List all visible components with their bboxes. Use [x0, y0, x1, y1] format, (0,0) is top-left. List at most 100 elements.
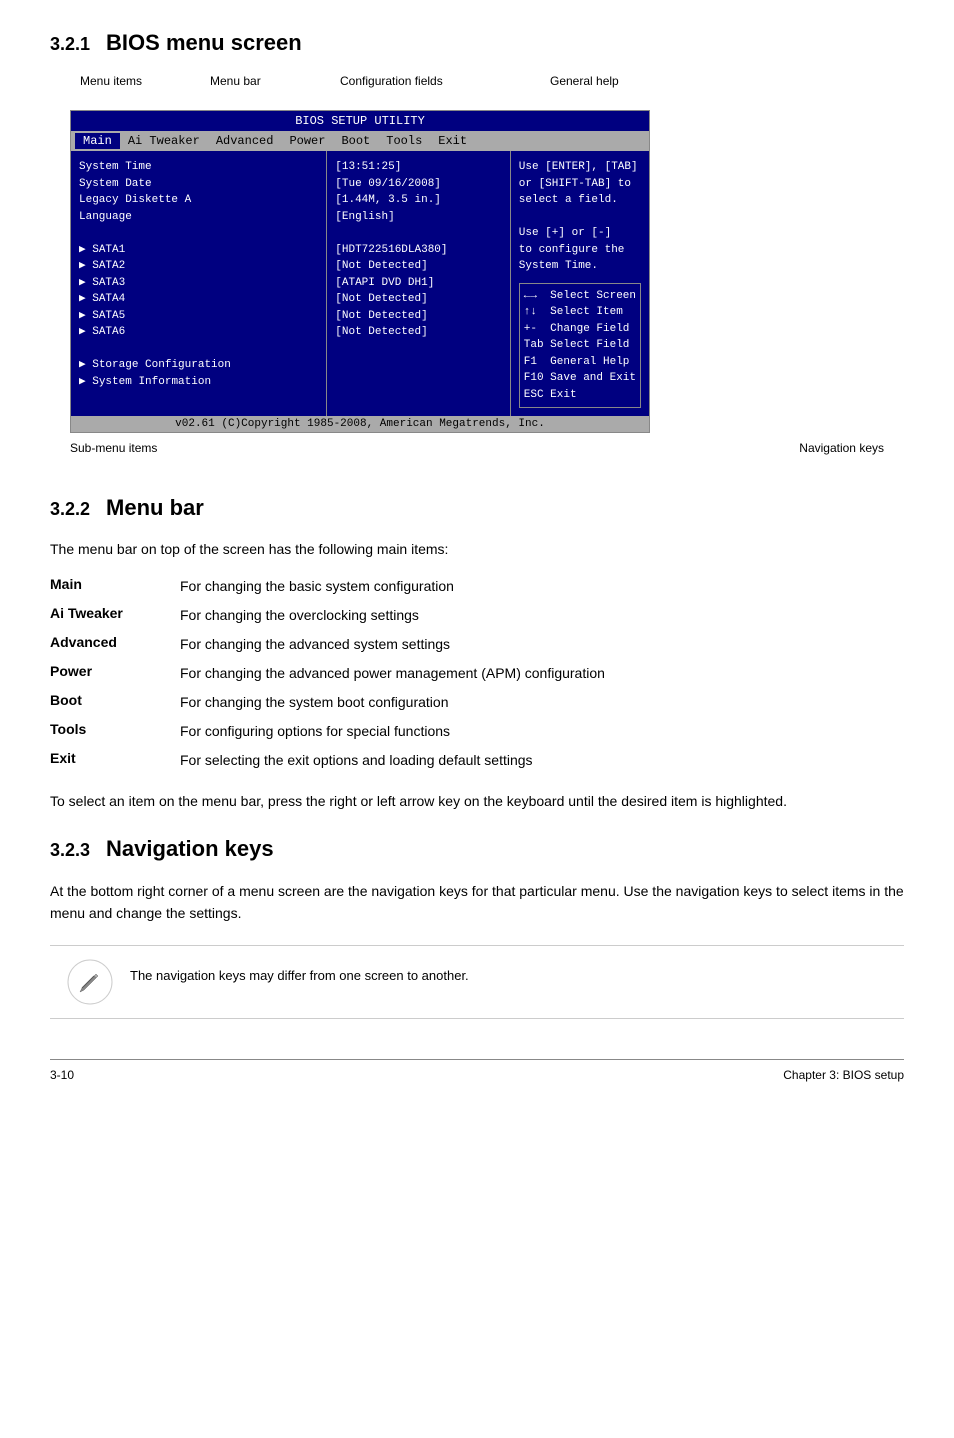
page-number: 3-10 — [50, 1068, 74, 1082]
menu-desc-boot: For changing the system boot configurati… — [180, 688, 904, 717]
menu-desc-aitweaker: For changing the overclocking settings — [180, 601, 904, 630]
bios-nav-esc: ESC Exit — [524, 387, 636, 404]
bios-help3: select a field. — [519, 192, 641, 209]
bios-sata6-val: [Not Detected] — [335, 324, 502, 341]
bios-nav-box: ←→ Select Screen ↑↓ Select Item +- Chang… — [519, 283, 641, 409]
bios-language: Language — [79, 209, 318, 226]
diagram-top-labels: Menu items Menu bar Configuration fields… — [50, 74, 904, 104]
table-row: Tools For configuring options for specia… — [50, 717, 904, 746]
menu-desc-main: For changing the basic system configurat… — [180, 572, 904, 601]
bios-c-spacer1 — [335, 225, 502, 242]
bios-sata5: SATA5 — [79, 308, 318, 325]
label-general-help: General help — [550, 74, 619, 88]
bios-menu-main[interactable]: Main — [75, 133, 120, 149]
bios-nav-f1: F1 General Help — [524, 354, 636, 371]
bios-sata2-val: [Not Detected] — [335, 258, 502, 275]
section-322-header: 3.2.2 Menu bar — [50, 495, 904, 521]
bios-date-val: [Tue 09/16/2008] — [335, 176, 502, 193]
bios-body: System Time System Date Legacy Diskette … — [71, 151, 649, 416]
label-sub-menu-items: Sub-menu items — [70, 441, 157, 455]
table-row: Main For changing the basic system confi… — [50, 572, 904, 601]
bios-system-info: System Information — [79, 374, 318, 391]
pencil-icon — [66, 958, 114, 1006]
bios-help1: Use [ENTER], [TAB] — [519, 159, 641, 176]
section-321-header: 3.2.1 BIOS menu screen — [50, 30, 904, 56]
bios-sata4-val: [Not Detected] — [335, 291, 502, 308]
page-footer: 3-10 Chapter 3: BIOS setup — [50, 1059, 904, 1082]
section-323-header: 3.2.3 Navigation keys — [50, 836, 904, 862]
menu-bar-table: Main For changing the basic system confi… — [50, 572, 904, 775]
bios-sata1-val: [HDT722516DLA380] — [335, 242, 502, 259]
bios-sata5-val: [Not Detected] — [335, 308, 502, 325]
bios-right-panel: Use [ENTER], [TAB] or [SHIFT-TAB] to sel… — [511, 151, 649, 416]
bios-system-date: System Date — [79, 176, 318, 193]
section-322-body: The menu bar on top of the screen has th… — [50, 539, 904, 812]
bios-legacy-diskette: Legacy Diskette A — [79, 192, 318, 209]
bios-sata2: SATA2 — [79, 258, 318, 275]
section-323: 3.2.3 Navigation keys At the bottom righ… — [50, 836, 904, 1019]
section-322-number: 3.2.2 — [50, 499, 90, 520]
bios-system-time: System Time — [79, 159, 318, 176]
bios-diagram: Menu items Menu bar Configuration fields… — [50, 74, 904, 455]
bios-nav-f10: F10 Save and Exit — [524, 370, 636, 387]
diagram-bottom-labels: Sub-menu items Navigation keys — [50, 441, 904, 455]
note-text: The navigation keys may differ from one … — [130, 958, 469, 986]
bios-menu-aitweaker[interactable]: Ai Tweaker — [120, 133, 208, 149]
section-323-number: 3.2.3 — [50, 840, 90, 861]
note-icon — [66, 958, 114, 1006]
bios-help-spacer — [519, 209, 641, 226]
section-323-title: Navigation keys — [106, 836, 274, 862]
table-row: Advanced For changing the advanced syste… — [50, 630, 904, 659]
table-row: Ai Tweaker For changing the overclocking… — [50, 601, 904, 630]
bios-nav-field: +- Change Field — [524, 321, 636, 338]
bios-help6: System Time. — [519, 258, 641, 275]
table-row: Exit For selecting the exit options and … — [50, 746, 904, 775]
menu-label-aitweaker: Ai Tweaker — [50, 601, 180, 630]
bios-menu-boot[interactable]: Boot — [333, 133, 378, 149]
bios-nav-item: ↑↓ Select Item — [524, 304, 636, 321]
menu-label-advanced: Advanced — [50, 630, 180, 659]
bios-title: BIOS SETUP UTILITY — [295, 114, 425, 128]
bios-footer: v02.61 (C)Copyright 1985-2008, American … — [71, 416, 649, 432]
bios-diskette-val: [1.44M, 3.5 in.] — [335, 192, 502, 209]
bios-storage-config: Storage Configuration — [79, 357, 318, 374]
table-row: Boot For changing the system boot config… — [50, 688, 904, 717]
bios-menu-power[interactable]: Power — [281, 133, 333, 149]
bios-nav-screen: ←→ Select Screen — [524, 288, 636, 305]
bios-help2: or [SHIFT-TAB] to — [519, 176, 641, 193]
bios-lang-val: [English] — [335, 209, 502, 226]
menu-desc-advanced: For changing the advanced system setting… — [180, 630, 904, 659]
bios-spacer2 — [79, 341, 318, 358]
bios-sata1: SATA1 — [79, 242, 318, 259]
menu-desc-tools: For configuring options for special func… — [180, 717, 904, 746]
bios-nav-tab: Tab Select Field — [524, 337, 636, 354]
bios-sata6: SATA6 — [79, 324, 318, 341]
bios-screen: BIOS SETUP UTILITY Main Ai Tweaker Advan… — [70, 110, 650, 433]
bios-sata4: SATA4 — [79, 291, 318, 308]
section-322-footer: To select an item on the menu bar, press… — [50, 791, 904, 812]
menu-label-exit: Exit — [50, 746, 180, 775]
bios-title-bar: BIOS SETUP UTILITY — [71, 111, 649, 131]
bios-spacer1 — [79, 225, 318, 242]
bios-menu-tools[interactable]: Tools — [378, 133, 430, 149]
bios-time-val: [13:51:25] — [335, 159, 502, 176]
section-322-title: Menu bar — [106, 495, 204, 521]
section-321-title: BIOS menu screen — [106, 30, 302, 56]
label-menu-items: Menu items — [80, 74, 142, 88]
bios-help5: to configure the — [519, 242, 641, 259]
bios-left-panel: System Time System Date Legacy Diskette … — [71, 151, 327, 416]
bios-menu-exit[interactable]: Exit — [430, 133, 475, 149]
note-box: The navigation keys may differ from one … — [50, 945, 904, 1019]
bios-menu-advanced[interactable]: Advanced — [208, 133, 282, 149]
bios-footer-text: v02.61 (C)Copyright 1985-2008, American … — [175, 418, 545, 430]
bios-menu-bar: Main Ai Tweaker Advanced Power Boot Tool… — [71, 131, 649, 151]
section-323-body: At the bottom right corner of a menu scr… — [50, 880, 904, 925]
menu-desc-power: For changing the advanced power manageme… — [180, 659, 904, 688]
table-row: Power For changing the advanced power ma… — [50, 659, 904, 688]
menu-label-main: Main — [50, 572, 180, 601]
label-config-fields: Configuration fields — [340, 74, 443, 88]
menu-label-power: Power — [50, 659, 180, 688]
bios-sata3: SATA3 — [79, 275, 318, 292]
bios-help4: Use [+] or [-] — [519, 225, 641, 242]
chapter-label: Chapter 3: BIOS setup — [783, 1068, 904, 1082]
